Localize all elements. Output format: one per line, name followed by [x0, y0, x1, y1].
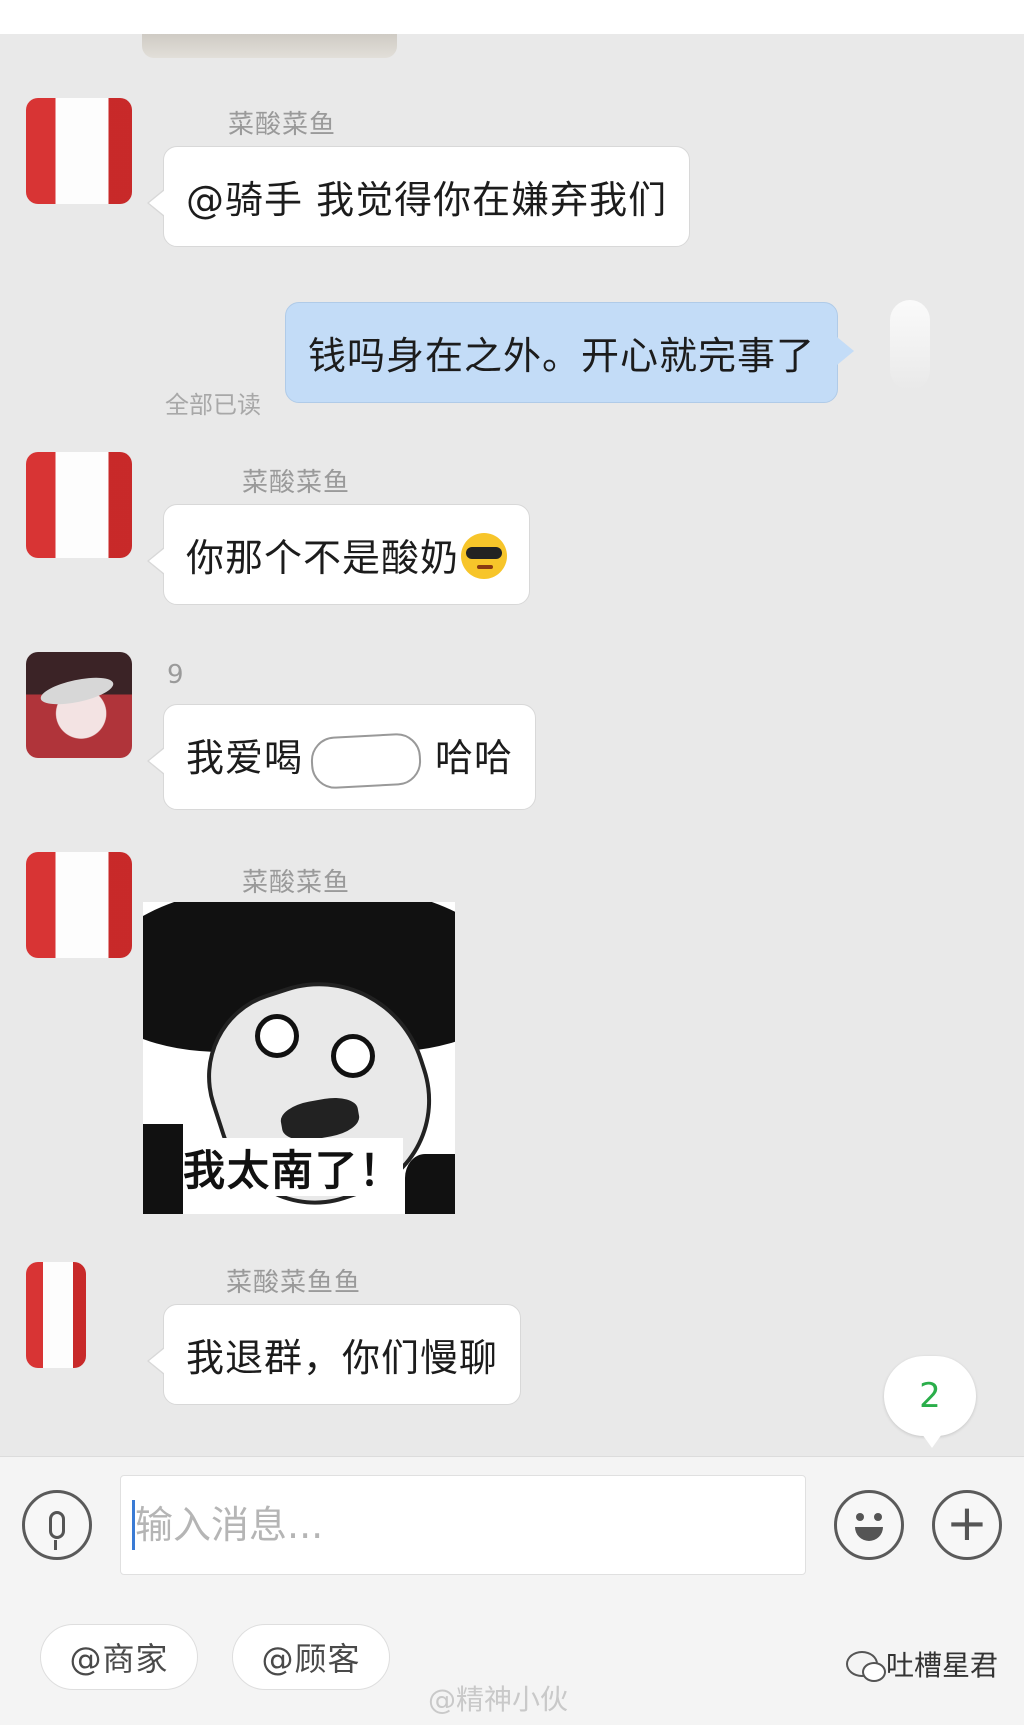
- message-input[interactable]: [120, 1475, 806, 1575]
- sticker-corner: [405, 1154, 455, 1214]
- my-message-bubble[interactable]: 钱吗身在之外。开心就完事了: [285, 302, 855, 403]
- smiley-icon: [843, 1499, 895, 1551]
- redaction-blob: [309, 731, 423, 790]
- mention-merchant-chip[interactable]: @商家: [40, 1624, 198, 1690]
- sticker-image[interactable]: 我太南了！: [143, 902, 455, 1214]
- plus-icon: +: [946, 1494, 988, 1552]
- unread-count-badge[interactable]: 2: [884, 1356, 976, 1448]
- wechat-icon: [846, 1651, 886, 1682]
- message-text-start: 我爱喝: [186, 736, 304, 780]
- sender-name: 9: [167, 660, 185, 690]
- message-bubble[interactable]: 我爱喝 哈哈: [146, 704, 537, 810]
- message-bubble[interactable]: 你那个不是酸奶: [146, 504, 531, 605]
- my-avatar[interactable]: [890, 300, 930, 390]
- sender-name: 菜酸菜鱼: [228, 110, 337, 140]
- avatar[interactable]: [26, 98, 132, 204]
- avatar[interactable]: [26, 452, 132, 558]
- wechat-watermark-text: 吐槽星君: [886, 1649, 999, 1682]
- read-status: 全部已读: [165, 391, 261, 419]
- avatar-mask-shape: [38, 672, 116, 710]
- sender-name: 菜酸菜鱼: [242, 868, 351, 898]
- voice-button[interactable]: [22, 1490, 92, 1560]
- sender-name: 菜酸菜鱼: [242, 468, 351, 498]
- more-button[interactable]: +: [932, 1490, 1002, 1560]
- text-cursor: [132, 1500, 135, 1550]
- avatar[interactable]: [26, 1262, 86, 1368]
- sticker-eye: [331, 1034, 375, 1078]
- sticker-corner: [143, 1124, 183, 1214]
- sticker-eye: [255, 1014, 299, 1058]
- mention-customer-chip[interactable]: @顾客: [232, 1624, 390, 1690]
- weibo-watermark: @精神小伙: [428, 1683, 569, 1716]
- wechat-watermark: 吐槽星君: [846, 1644, 998, 1684]
- previous-image-message[interactable]: [142, 34, 397, 58]
- message-bubble[interactable]: @骑手 我觉得你在嫌弃我们: [146, 146, 691, 247]
- message-text-end: 哈哈: [435, 736, 514, 780]
- avatar[interactable]: [26, 852, 132, 958]
- avatar[interactable]: [26, 652, 132, 758]
- sender-name: 菜酸菜鱼鱼: [226, 1268, 362, 1298]
- message-text: 你那个不是酸奶: [186, 536, 460, 580]
- emoji-button[interactable]: [834, 1490, 904, 1560]
- top-strip: [0, 0, 1024, 34]
- sunglasses-emoji-icon: [461, 533, 508, 579]
- sticker-caption: 我太南了！: [183, 1138, 403, 1196]
- message-bubble[interactable]: 我退群，你们慢聊: [146, 1304, 522, 1405]
- microphone-icon: [49, 1511, 65, 1550]
